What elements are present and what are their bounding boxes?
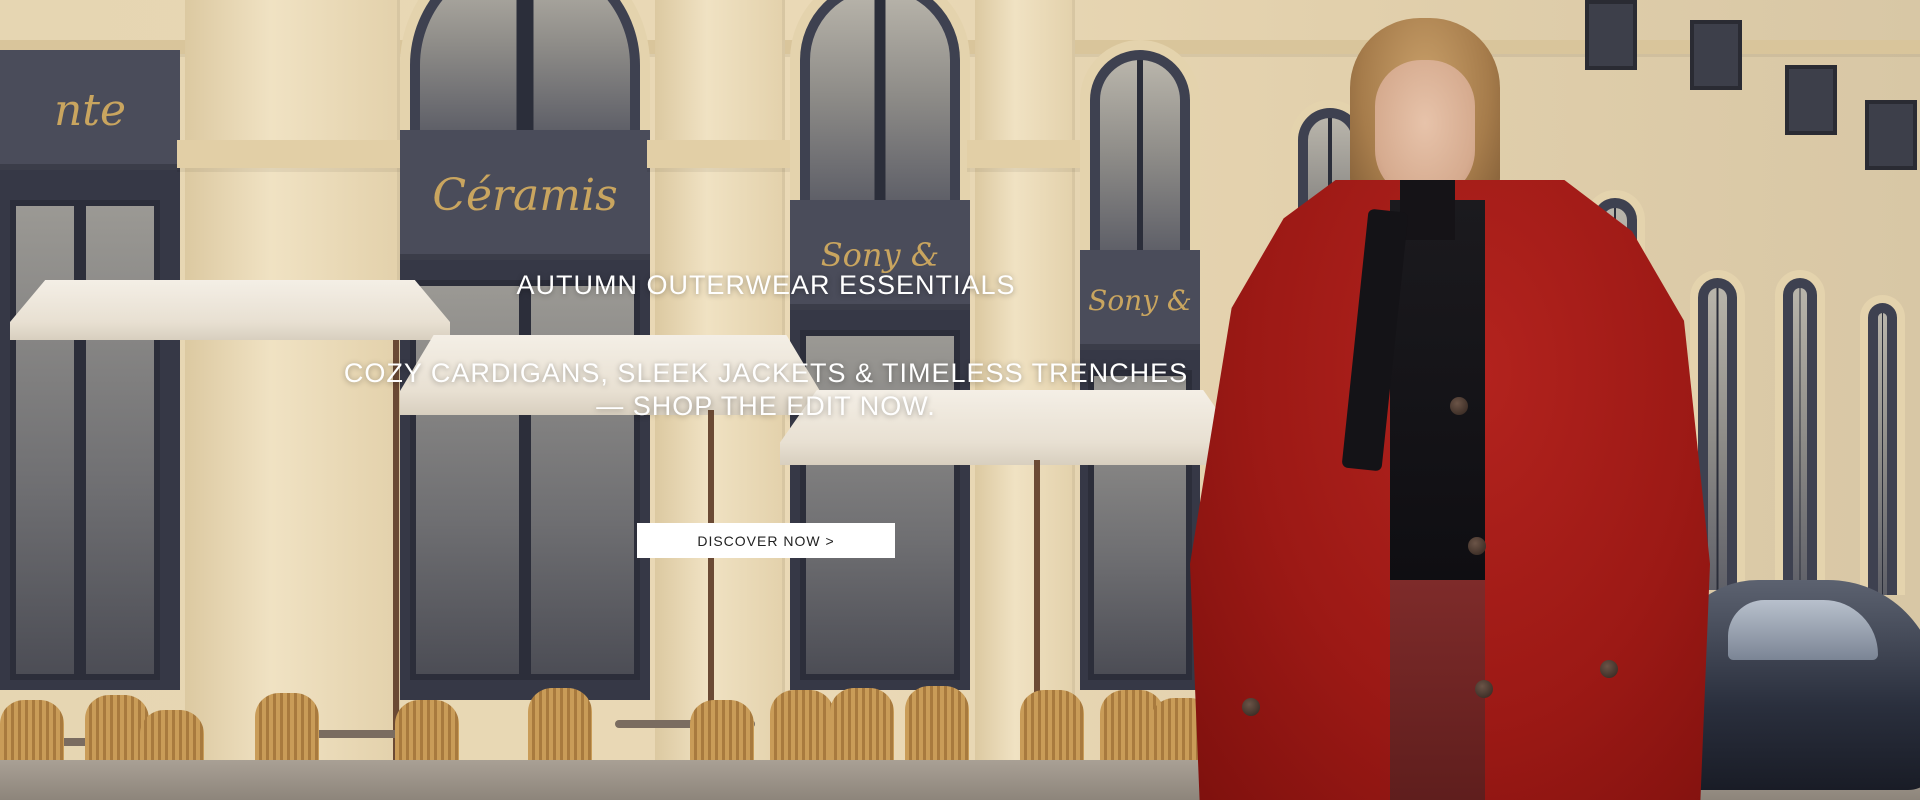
- hero-overlay: AUTUMN OUTERWEAR ESSENTIALS COZY CARDIGA…: [0, 0, 1920, 800]
- hero-banner: nte Céramis Sony & Sony & AUTUMN OUTERWE…: [0, 0, 1920, 800]
- hero-headline: COZY CARDIGANS, SLEEK JACKETS & TIMELESS…: [0, 357, 1532, 423]
- hero-headline-line-2: — SHOP THE EDIT NOW.: [596, 391, 936, 421]
- discover-now-button[interactable]: DISCOVER NOW >: [637, 523, 895, 558]
- hero-headline-line-1: COZY CARDIGANS, SLEEK JACKETS & TIMELESS…: [343, 358, 1189, 388]
- hero-eyebrow: AUTUMN OUTERWEAR ESSENTIALS: [516, 270, 1016, 300]
